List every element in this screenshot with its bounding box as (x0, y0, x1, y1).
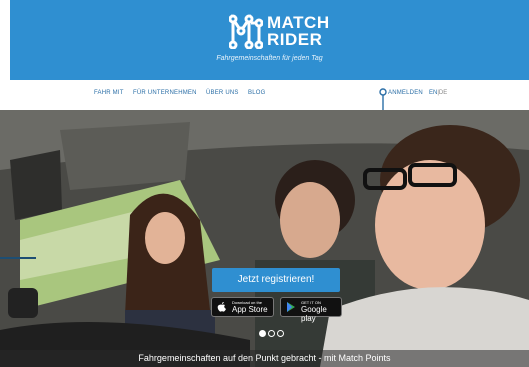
app-store-badge[interactable]: Download on the App Store (211, 297, 274, 317)
logo-line-1: MATCH (267, 13, 330, 32)
register-button[interactable]: Jetzt registrieren! (212, 268, 340, 292)
nav-item-fahr-mit[interactable]: FAHR MIT (94, 90, 124, 96)
carousel-dots (259, 324, 286, 337)
lang-de[interactable]: DE (439, 90, 447, 96)
login-link[interactable]: ANMELDEN (388, 90, 423, 96)
carousel-dot[interactable] (277, 330, 284, 337)
hero-caption: Fahrgemeinschaften auf den Punkt gebrach… (0, 350, 529, 367)
divider-line (0, 257, 36, 259)
apple-icon (217, 302, 226, 312)
carousel-dot[interactable] (259, 330, 266, 337)
google-play-badge[interactable]: GET IT ON Google play (280, 297, 342, 323)
carousel-dot[interactable] (268, 330, 275, 337)
logo-icon (229, 14, 263, 49)
logo-text: MATCH RIDER (267, 14, 330, 48)
nav-item-blog[interactable]: BLOG (248, 90, 265, 96)
location-pin-icon (379, 88, 387, 112)
app-store-label: App Store (232, 305, 268, 314)
google-play-label: Google play (301, 305, 327, 323)
language-switch: EN|DE (429, 90, 447, 96)
logo-line-2: RIDER (267, 30, 323, 49)
nav-item-ueber-uns[interactable]: ÜBER UNS (206, 90, 239, 96)
google-play-icon (287, 302, 295, 312)
nav-item-fuer-unternehmen[interactable]: FÜR UNTERNEHMEN (133, 90, 197, 96)
site-header: MATCH RIDER Fahrgemeinschaften für jeden… (10, 0, 529, 80)
tagline: Fahrgemeinschaften für jeden Tag (216, 55, 323, 62)
main-nav: FAHR MIT FÜR UNTERNEHMEN ÜBER UNS BLOG A… (10, 80, 529, 112)
